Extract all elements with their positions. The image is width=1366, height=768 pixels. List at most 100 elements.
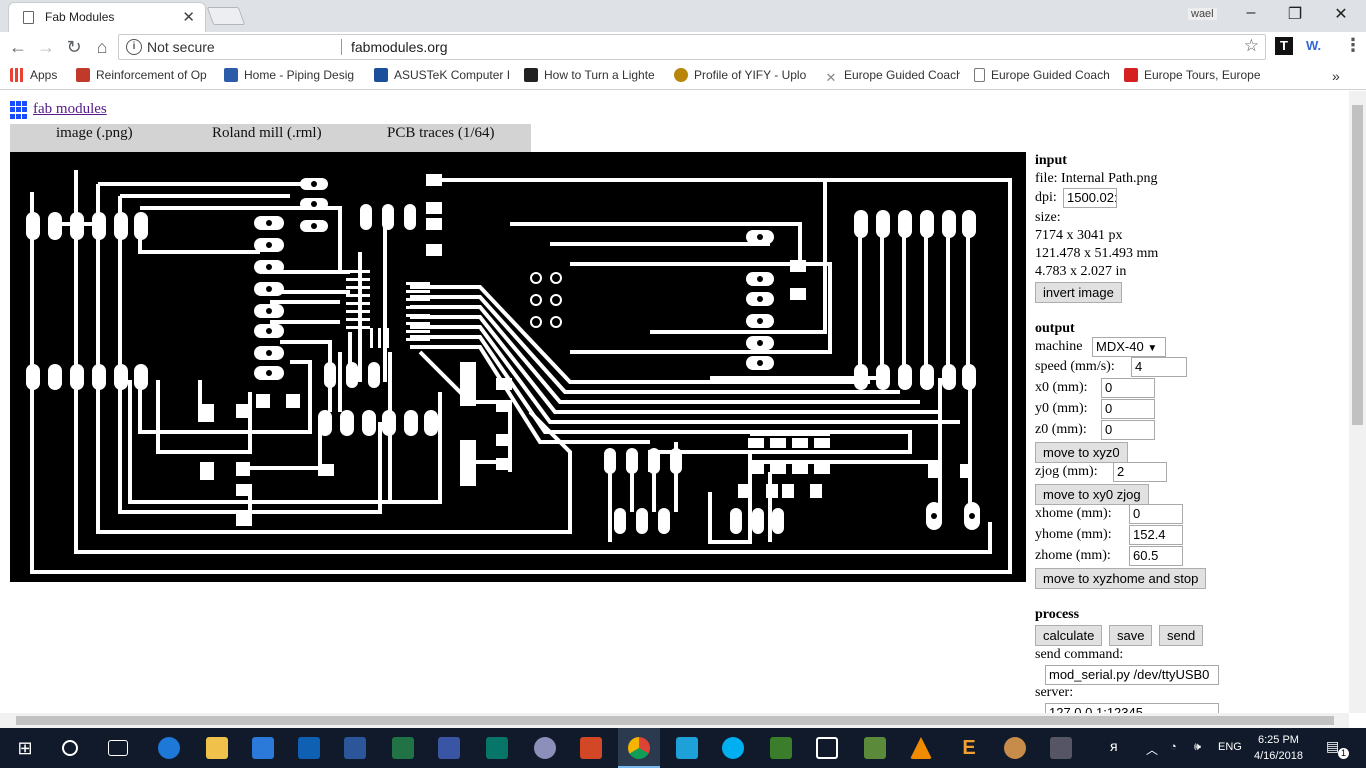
- send-button[interactable]: send: [1159, 625, 1204, 646]
- move-home-button[interactable]: move to xyzhome and stop: [1035, 568, 1207, 589]
- profile-name[interactable]: wael: [1188, 8, 1217, 20]
- chrome-taskbar-button[interactable]: [618, 728, 660, 768]
- chevron-up-icon[interactable]: ︿: [1146, 741, 1158, 758]
- app-icon[interactable]: [816, 737, 838, 759]
- word-icon[interactable]: [344, 737, 366, 759]
- scroll-thumb[interactable]: [16, 716, 1334, 725]
- file-explorer-icon[interactable]: [206, 737, 228, 759]
- bookmark-apps[interactable]: Apps: [10, 68, 72, 84]
- people-icon[interactable]: ᴙ: [1110, 738, 1118, 754]
- reload-icon[interactable]: ↻: [62, 35, 86, 59]
- app-icon[interactable]: [864, 737, 886, 759]
- calculate-button[interactable]: calculate: [1035, 625, 1103, 646]
- visio-icon[interactable]: [438, 737, 460, 759]
- bookmark-item[interactable]: Home - Piping Desig: [224, 68, 360, 84]
- new-tab-button[interactable]: [206, 7, 246, 25]
- gimp-icon[interactable]: [1050, 737, 1072, 759]
- menu-image-png[interactable]: image (.png): [56, 125, 133, 142]
- skype-icon[interactable]: [722, 737, 744, 759]
- paint-palette-icon[interactable]: [1004, 737, 1026, 759]
- server-label: server:: [1035, 685, 1074, 700]
- y0-input[interactable]: 0: [1101, 399, 1155, 419]
- z0-label: z0 (mm):: [1035, 422, 1087, 437]
- send-command-input[interactable]: mod_serial.py /dev/ttyUSB0: [1045, 665, 1219, 685]
- url-text[interactable]: fabmodules.org: [351, 39, 448, 55]
- bookmarks-bar: Apps Reinforcement of Op Home - Piping D…: [0, 62, 1366, 90]
- brand-link[interactable]: fab modules: [33, 101, 107, 118]
- close-icon[interactable]: ✕: [182, 8, 195, 26]
- bookmark-item[interactable]: Profile of YIFY - Uplo: [674, 68, 810, 84]
- clock[interactable]: 6:25 PM 4/16/2018: [1254, 732, 1303, 764]
- horizontal-scrollbar[interactable]: [0, 713, 1349, 728]
- browser-toolbar: ← → ↻ ⌂ i Not secure fabmodules.org ☆ T …: [0, 32, 1366, 62]
- vlc-icon[interactable]: [910, 737, 932, 759]
- yhome-input[interactable]: 152.4: [1129, 525, 1183, 545]
- window-close-icon[interactable]: ✕: [1326, 4, 1356, 24]
- size-px: 7174 x 3041 px: [1035, 228, 1123, 243]
- bookmark-item[interactable]: Europe Guided Coach: [974, 68, 1110, 84]
- invert-image-button[interactable]: invert image: [1035, 282, 1122, 303]
- clock-time: 6:25 PM: [1257, 734, 1299, 746]
- star-icon[interactable]: ☆: [1244, 36, 1259, 56]
- tab-title: Fab Modules: [45, 10, 115, 24]
- fab-logo-icon: [10, 101, 28, 119]
- zhome-input[interactable]: 60.5: [1129, 546, 1183, 566]
- file-name: Internal Path.png: [1061, 171, 1158, 186]
- move-xy0-zjog-button[interactable]: move to xy0 zjog: [1035, 484, 1149, 505]
- powerpoint-icon[interactable]: [580, 737, 602, 759]
- extension-w-icon[interactable]: W.: [1306, 38, 1321, 53]
- menu-icon[interactable]: ⋮: [1344, 35, 1362, 56]
- bookmark-item[interactable]: Reinforcement of Op: [76, 68, 212, 84]
- xhome-input[interactable]: 0: [1129, 504, 1183, 524]
- y0-label: y0 (mm):: [1035, 401, 1088, 416]
- maximize-icon[interactable]: ❐: [1280, 4, 1310, 24]
- windows-start-icon[interactable]: ⊞: [14, 737, 36, 759]
- back-icon[interactable]: ←: [6, 35, 30, 59]
- machine-label: machine: [1035, 339, 1083, 354]
- bookmark-favicon-icon: [674, 68, 688, 82]
- extension-t-icon[interactable]: T: [1275, 37, 1293, 55]
- edge-icon[interactable]: [158, 737, 180, 759]
- search-icon[interactable]: [62, 740, 78, 756]
- machine-select[interactable]: MDX-40 ▼: [1092, 337, 1166, 357]
- outlook-icon[interactable]: [298, 737, 320, 759]
- zjog-input[interactable]: 2: [1113, 462, 1167, 482]
- menu-pcb-traces[interactable]: PCB traces (1/64): [387, 125, 494, 142]
- bookmark-favicon-icon: [374, 68, 388, 82]
- bookmark-favicon-icon: [76, 68, 90, 82]
- address-bar[interactable]: i Not secure fabmodules.org ☆: [118, 34, 1266, 60]
- minimize-icon[interactable]: –: [1236, 4, 1266, 22]
- bookmark-item[interactable]: ✕ Europe Guided Coach: [824, 68, 960, 84]
- store-icon[interactable]: [252, 737, 274, 759]
- info-icon[interactable]: i: [126, 39, 142, 55]
- language-indicator[interactable]: ENG: [1218, 741, 1242, 753]
- notification-count: 1: [1338, 748, 1349, 759]
- tab-fab-modules[interactable]: Fab Modules ✕: [8, 2, 206, 32]
- wifi-icon[interactable]: ◔: [1170, 741, 1177, 753]
- menu-roland-mill[interactable]: Roland mill (.rml): [212, 125, 322, 142]
- app-icon[interactable]: [770, 737, 792, 759]
- scroll-thumb[interactable]: [1352, 105, 1363, 425]
- server-input[interactable]: 127.0.0.1:12345: [1045, 703, 1219, 713]
- bookmark-item[interactable]: ASUSTeK Computer I: [374, 68, 510, 84]
- move-xyz0-button[interactable]: move to xyz0: [1035, 442, 1128, 463]
- dpi-input[interactable]: 1500.02:: [1063, 188, 1117, 208]
- more-bookmarks-icon[interactable]: »: [1332, 68, 1340, 84]
- home-icon[interactable]: ⌂: [90, 35, 114, 59]
- bookmark-item[interactable]: Europe Tours, Europe: [1124, 68, 1260, 84]
- save-button[interactable]: save: [1109, 625, 1153, 646]
- app-e-icon[interactable]: E: [958, 737, 980, 759]
- yhome-label: yhome (mm):: [1035, 527, 1112, 542]
- task-view-icon[interactable]: [108, 740, 128, 756]
- z0-input[interactable]: 0: [1101, 420, 1155, 440]
- bookmark-item[interactable]: How to Turn a Lighte: [524, 68, 660, 84]
- excel-icon[interactable]: [392, 737, 414, 759]
- forward-icon[interactable]: →: [34, 35, 58, 59]
- app-c-icon[interactable]: [676, 737, 698, 759]
- vertical-scrollbar[interactable]: [1349, 91, 1366, 713]
- project-icon[interactable]: [486, 737, 508, 759]
- speed-input[interactable]: 4: [1131, 357, 1187, 377]
- x0-input[interactable]: 0: [1101, 378, 1155, 398]
- paint-icon[interactable]: [534, 737, 556, 759]
- volume-icon[interactable]: 🕪: [1194, 741, 1201, 754]
